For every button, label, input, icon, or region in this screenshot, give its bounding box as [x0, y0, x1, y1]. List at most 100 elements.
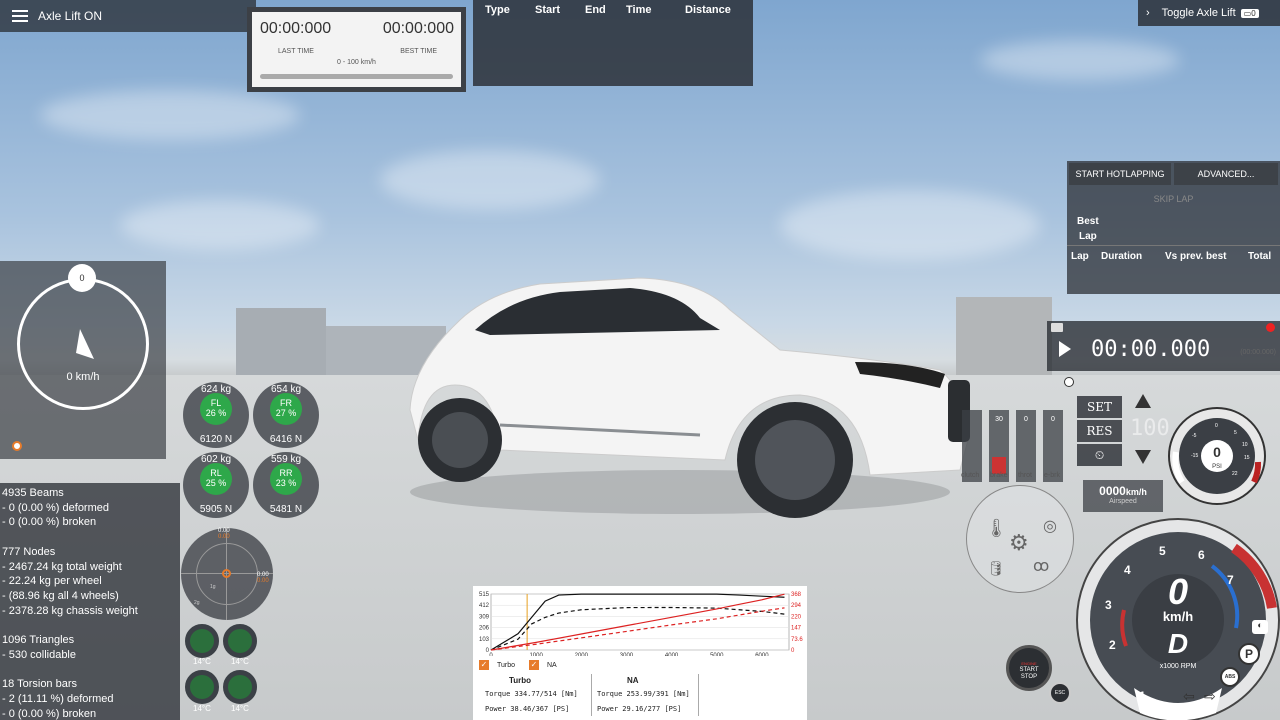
coolant-temp-icon: 🌡 [985, 518, 1008, 538]
cruise-speed-limiter-icon[interactable]: ⏲ [1077, 444, 1122, 466]
turbo-legend-label: Turbo [497, 662, 516, 669]
col-start: Start [535, 4, 561, 16]
torque-power-chart: 515 368412 294309 220206 147103 73.60 00 1000 20… [479, 592, 803, 656]
gforce-dot [222, 569, 231, 578]
wheel-load-fr: 654 kg FR 27 % 6416 N [253, 382, 319, 448]
svg-text:x1000 RPM: x1000 RPM [1160, 663, 1197, 670]
col-time: Time [626, 4, 652, 16]
heading-arrow-icon [76, 329, 94, 359]
abs-indicator: ABS [1220, 667, 1240, 687]
advanced-button[interactable]: ADVANCED... [1174, 163, 1278, 185]
na-torque: 253.99/391 [Nm] [626, 690, 690, 698]
series-line-turbo-left [490, 593, 785, 651]
check-engine-icon: ⚙ [1009, 530, 1029, 555]
y-tick-left: 309 [479, 614, 490, 620]
turbo-checkbox[interactable]: ✓ [479, 660, 489, 670]
svg-text:km/h: km/h [1163, 609, 1193, 624]
col-lap: Lap [1071, 251, 1089, 262]
svg-text:0: 0 [1215, 423, 1218, 429]
warning-lights-cluster: 🌡 ⚙ ◎ 🛢 ꝏ [966, 485, 1074, 593]
col-type: Type [485, 4, 510, 16]
airspeed-panel: 0000km/h Airspeed [1083, 480, 1163, 512]
na-legend-label: NA [547, 662, 557, 669]
best-time-label: BEST TIME [400, 48, 437, 55]
y-tick-right: 294 [791, 603, 802, 609]
toggle-axle-lift-button[interactable]: › Toggle Axle Lift ▭0 [1138, 0, 1280, 26]
hamburger-menu-icon[interactable] [12, 10, 28, 22]
last-time-value: 00:00:000 [260, 20, 332, 37]
skip-lap-button[interactable]: SKIP LAP [1067, 194, 1280, 204]
turbo-icon: ◎ [1043, 518, 1057, 535]
car-model [409, 277, 970, 518]
best-time-value: 00:00:000 [382, 20, 454, 37]
drag-timer-panel: 00:00:000 00:00:000 LAST TIME BEST TIME … [247, 7, 466, 92]
col-duration: Duration [1101, 251, 1143, 262]
distance-table: Type Start End Time Distance [473, 0, 753, 86]
timer-mode-label: 0 - 100 km/h [337, 59, 376, 66]
x-tick: 4000 [665, 653, 679, 656]
plot-frame [490, 593, 790, 651]
tire-temp-fr [223, 624, 257, 658]
play-icon[interactable] [1059, 341, 1071, 357]
timer-progress-bar [260, 74, 453, 79]
turn-signal-left-icon: ⇦ [1183, 688, 1195, 704]
start-hotlapping-button[interactable]: START HOTLAPPING [1069, 163, 1171, 185]
small-speed-value: 0 km/h [66, 371, 100, 383]
stopwatch-slider-handle[interactable] [1064, 377, 1074, 387]
svg-text:-15: -15 [1191, 453, 1198, 459]
stopwatch-time: 00:00.000 [1091, 337, 1211, 362]
cruise-up-arrow-icon[interactable] [1135, 394, 1151, 408]
last-time-label: LAST TIME [278, 48, 314, 55]
svg-text:5: 5 [1159, 544, 1166, 558]
x-tick: 6000 [755, 653, 769, 656]
svg-text:5: 5 [1234, 430, 1237, 436]
esc-button[interactable]: ESC [1049, 682, 1071, 704]
parking-brake-indicator: P [1238, 643, 1260, 665]
x-tick: 0 [489, 653, 493, 656]
y-tick-left: 206 [479, 626, 490, 632]
turbo-power: 38.46/367 [PS] [510, 705, 570, 713]
x-tick: 1000 [529, 653, 543, 656]
svg-text:1: 1 [1139, 689, 1146, 703]
menu-bar[interactable]: Axle Lift ON [0, 0, 256, 32]
stopwatch-subtime: (00:00.000) [1240, 349, 1276, 356]
hotlap-panel: START HOTLAPPING ADVANCED... SKIP LAP Be… [1067, 161, 1280, 294]
svg-text:7: 7 [1227, 573, 1234, 587]
svg-text:PSI: PSI [1212, 464, 1222, 470]
na-power: 29.16/277 [PS] [622, 705, 682, 713]
gforce-meter: 0.00 0.00 0.00 0.00 1g 2g [181, 528, 273, 620]
engine-start-stop-button[interactable]: ENGINE START STOP [1006, 645, 1052, 691]
svg-text:-5: -5 [1192, 433, 1197, 439]
svg-text:D: D [1168, 628, 1188, 659]
headlight-icon: ◐ [1252, 620, 1268, 634]
x-tick: 2000 [575, 653, 589, 656]
y-tick-right: 0 [791, 648, 795, 654]
heading-top-value: 0 [68, 264, 96, 292]
chevron-right-icon: › [1146, 7, 1150, 19]
cruise-res-button[interactable]: RES [1077, 420, 1122, 442]
svg-text:4: 4 [1124, 563, 1131, 577]
y-tick-right: 73.6 [791, 637, 803, 643]
wheel-load-fl: 624 kg FL 26 % 6120 N [183, 382, 249, 448]
record-icon[interactable] [1266, 323, 1275, 332]
folder-icon[interactable] [1051, 323, 1063, 332]
na-checkbox[interactable]: ✓ [529, 660, 539, 670]
svg-text:2: 2 [1109, 638, 1116, 652]
x-tick: 3000 [620, 653, 634, 656]
svg-text:10: 10 [1242, 442, 1248, 448]
svg-text:22: 22 [1232, 471, 1238, 477]
torque-curve-panel: 515 368 412 294 309 220 206 147 103 73.6 0 0 0 1000 20… [473, 586, 807, 720]
boost-gauge: -15 -5 0 5 10 15 22 0 PSI [1168, 407, 1266, 505]
na-title: NA [627, 676, 639, 685]
tire-temp-rr [223, 670, 257, 704]
x-tick: 5000 [710, 653, 724, 656]
cruise-down-arrow-icon[interactable] [1135, 450, 1151, 464]
svg-text:0: 0 [1213, 444, 1221, 460]
speed-slider-handle[interactable] [12, 441, 22, 451]
wheel-load-rr: 559 kg RR 23 % 5481 N [253, 452, 319, 518]
cruise-set-button[interactable]: SET [1077, 396, 1122, 418]
series-line-turbo-right [490, 593, 785, 651]
wheel-load-rl: 602 kg RL 25 % 5905 N [183, 452, 249, 518]
speed-heading-panel: 0 0 km/h [0, 261, 166, 459]
best-label: Best [1077, 216, 1099, 227]
